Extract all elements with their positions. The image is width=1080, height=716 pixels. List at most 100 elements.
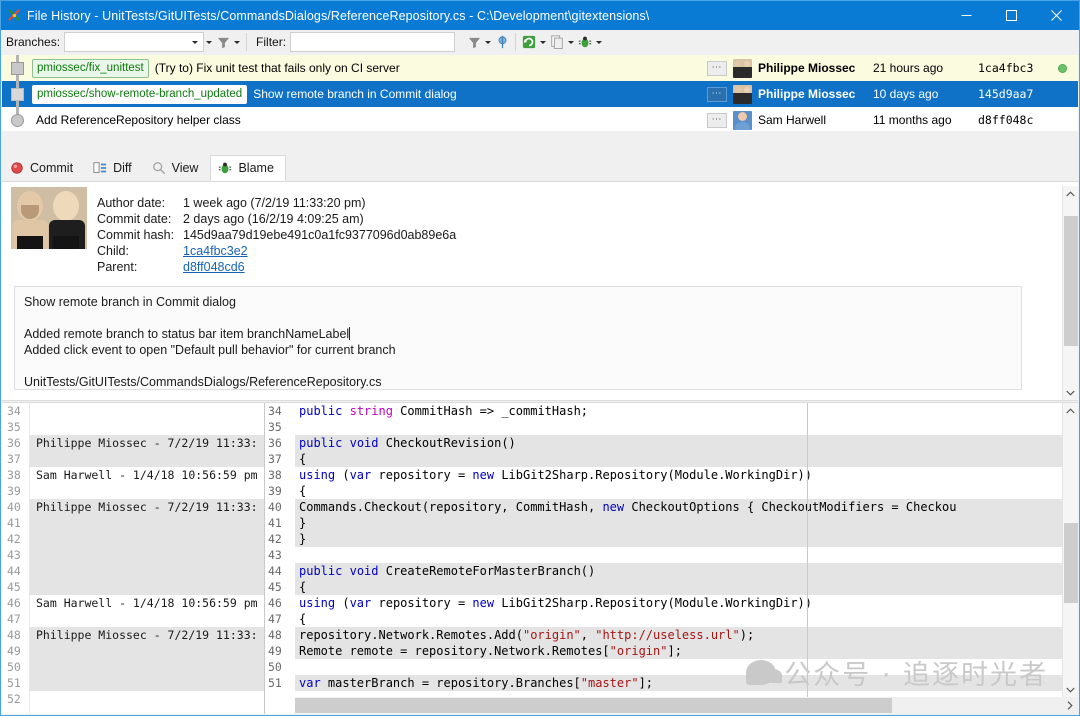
scroll-down-icon[interactable]: [1063, 384, 1078, 400]
code-token: using: [299, 468, 335, 482]
info-vertical-scrollbar[interactable]: [1062, 186, 1078, 400]
line-number: 41: [5, 515, 29, 531]
revision-message: (Try to) Fix unit test that fails only o…: [155, 61, 400, 75]
code-horizontal-scrollbar[interactable]: [265, 697, 1078, 714]
scroll-up-icon[interactable]: [1063, 186, 1078, 202]
table-row[interactable]: pmiossec/show-remote-branch_updated Show…: [2, 81, 1078, 107]
blame-author: [30, 579, 264, 595]
commit-date-label: Commit date:: [97, 211, 183, 227]
tab-label: Blame: [238, 161, 273, 175]
code-token: repository =: [371, 468, 472, 482]
child-link[interactable]: 1ca4fbc3e2: [183, 243, 248, 259]
line-number: 50: [265, 659, 295, 675]
commit-info-fields: Author date: 1 week ago (7/2/19 11:33:20…: [97, 186, 456, 275]
filter-dropdown-caret-icon[interactable]: [483, 32, 493, 52]
code-vertical-scrollbar[interactable]: [1062, 403, 1078, 697]
table-row[interactable]: pmiossec/fix_unittest (Try to) Fix unit …: [2, 55, 1078, 81]
branches-dropdown-caret-icon[interactable]: [204, 32, 214, 52]
refresh-icon[interactable]: [520, 32, 538, 52]
line-number: 48: [5, 627, 29, 643]
bug-icon: [218, 161, 232, 175]
tab-label: Commit: [30, 161, 73, 175]
code-token: using: [299, 596, 335, 610]
avatar: [733, 59, 752, 78]
commit-message-line: Added remote branch to status bar item b…: [24, 326, 1012, 342]
code-line: public string CommitHash => _commitHash;: [295, 403, 1078, 419]
code-token: (: [335, 468, 349, 482]
line-number: 44: [5, 563, 29, 579]
chevron-down-icon[interactable]: [188, 33, 202, 51]
parent-link[interactable]: d8ff048cd6: [183, 259, 245, 275]
table-row[interactable]: Add ReferenceRepository helper class ⋯ S…: [2, 107, 1078, 131]
filter-input[interactable]: [290, 32, 455, 52]
revision-menu-button[interactable]: ⋯: [707, 87, 727, 102]
code-line: using (var repository = new LibGit2Sharp…: [295, 467, 1078, 483]
commit-message-file: UnitTests/GitUITests/CommandsDialogs/Ref…: [24, 374, 1012, 390]
tab-view[interactable]: View: [144, 155, 211, 181]
code-token: CommitHash => _commitHash;: [393, 404, 588, 418]
detail-tabs: Commit Diff View: [2, 156, 1078, 182]
code-token: ,: [581, 628, 595, 642]
revision-list[interactable]: pmiossec/fix_unittest (Try to) Fix unit …: [2, 55, 1078, 131]
diff-icon: [93, 161, 107, 175]
scroll-right-icon[interactable]: [1061, 697, 1078, 714]
funnel-dropdown-caret-icon[interactable]: [232, 32, 242, 52]
maximize-button[interactable]: [989, 1, 1034, 30]
commit-hash-field: Commit hash: 145d9aa79d19ebe491c0a1fc937…: [97, 227, 456, 243]
bookmark-icon[interactable]: [493, 32, 511, 52]
branch-tag[interactable]: pmiossec/fix_unittest: [32, 59, 149, 78]
scroll-thumb[interactable]: [1064, 216, 1078, 346]
code-line-numbers: 34 35 36 37 38 39 40 41 42 43 44 45 46 4…: [265, 403, 295, 714]
revision-graph-cell: [2, 107, 32, 131]
revision-menu-button[interactable]: ⋯: [707, 113, 727, 128]
code-line: public void CreateRemoteForMasterBranch(…: [295, 563, 1078, 579]
line-number: 47: [265, 611, 295, 627]
scroll-up-icon[interactable]: [1063, 403, 1078, 419]
blame-author: [30, 643, 264, 659]
line-number: 49: [265, 643, 295, 659]
code-token: "origin": [610, 644, 668, 658]
commit-info-top: Author date: 1 week ago (7/2/19 11:33:20…: [2, 182, 1078, 275]
commit-author-link-row[interactable]: [97, 186, 456, 195]
minimize-button[interactable]: [944, 1, 989, 30]
revision-meta: ⋯ Philippe Miossec 10 days ago 145d9aa7: [707, 81, 1078, 107]
revision-menu-button[interactable]: ⋯: [707, 61, 727, 76]
refresh-dropdown-caret-icon[interactable]: [538, 32, 548, 52]
tab-blame[interactable]: Blame: [210, 155, 285, 181]
code-text[interactable]: public string CommitHash => _commitHash;…: [295, 403, 1078, 714]
scroll-thumb[interactable]: [282, 698, 892, 713]
line-number: 40: [265, 499, 295, 515]
copy-dropdown-caret-icon[interactable]: [566, 32, 576, 52]
line-number: 40: [5, 499, 29, 515]
filter-icon[interactable]: [465, 32, 483, 52]
commit-message-box[interactable]: Show remote branch in Commit dialog Adde…: [14, 286, 1022, 390]
tab-diff[interactable]: Diff: [85, 155, 144, 181]
author-date-label: Author date:: [97, 195, 183, 211]
copy-icon[interactable]: [548, 32, 566, 52]
code-line: }: [295, 531, 1078, 547]
blame-author: [30, 403, 264, 419]
author-date-value: 1 week ago (7/2/19 11:33:20 pm): [183, 195, 366, 211]
commit-hash-label: Commit hash:: [97, 227, 183, 243]
scroll-thumb[interactable]: [1064, 523, 1078, 603]
code-token: masterBranch = repository.Branches[: [321, 676, 581, 690]
branch-tag[interactable]: pmiossec/show-remote-branch_updated: [32, 85, 247, 104]
avatar: [733, 85, 752, 104]
blame-author-column[interactable]: Philippe Miossec - 7/2/19 11:33: Sam Har…: [30, 403, 265, 714]
bug-dropdown-caret-icon[interactable]: [594, 32, 604, 52]
close-button[interactable]: [1034, 1, 1079, 30]
line-number: 46: [5, 595, 29, 611]
funnel-icon[interactable]: [214, 32, 232, 52]
branches-combo[interactable]: [64, 32, 204, 52]
branches-label: Branches:: [1, 35, 64, 49]
scroll-down-icon[interactable]: [1063, 681, 1078, 697]
code-line: Remote remote = repository.Network.Remot…: [295, 643, 1078, 659]
horizontal-splitter[interactable]: [2, 131, 1078, 153]
code-column-divider: [807, 403, 808, 714]
code-token: public: [299, 436, 342, 450]
line-number: 48: [265, 627, 295, 643]
code-token: public: [299, 564, 342, 578]
tab-commit[interactable]: Commit: [2, 155, 85, 181]
bug-icon[interactable]: [576, 32, 594, 52]
code-pane[interactable]: 34 35 36 37 38 39 40 41 42 43 44 45 46 4…: [265, 403, 1078, 714]
